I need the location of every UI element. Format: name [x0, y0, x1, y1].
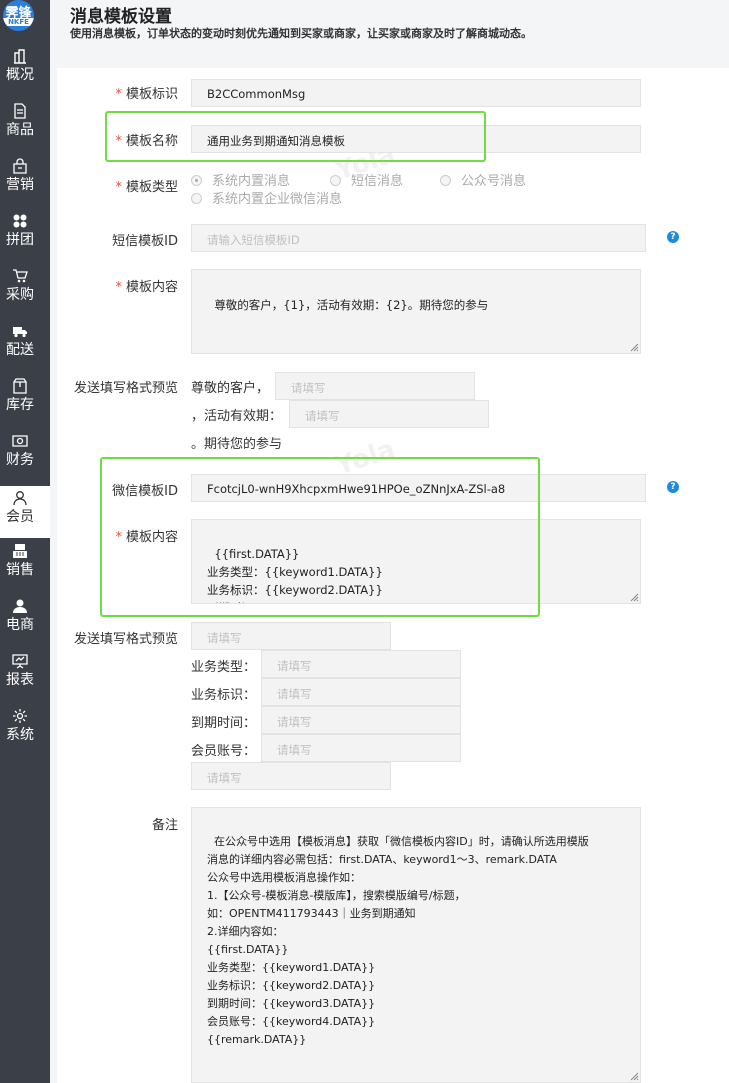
remark-label: 备注: [151, 818, 178, 833]
sms-preview-mid: ，活动有效期：: [191, 409, 283, 424]
sidebar-item-label: 库存: [6, 397, 34, 413]
radio-dot: [191, 175, 202, 186]
help-icon[interactable]: ?: [667, 481, 679, 493]
template-type-label: * 模板类型: [115, 180, 178, 195]
person-icon: [13, 599, 27, 613]
sms-preview-prefix: 尊敬的客户，: [191, 381, 270, 396]
radio-dot: [330, 175, 341, 186]
sidebar-item-ecommerce[interactable]: 电商: [0, 598, 50, 650]
resize-handle-icon[interactable]: [629, 342, 639, 352]
sidebar-item-label: 配送: [6, 342, 34, 358]
sidebar-item-delivery[interactable]: 配送: [0, 323, 50, 375]
sidebar-item-inventory[interactable]: 库存: [0, 378, 50, 430]
sidebar-item-label: 营销: [6, 177, 34, 193]
box-icon: [13, 378, 27, 394]
user-icon: [13, 491, 27, 506]
wechat-keyword3-input[interactable]: 请填写: [261, 706, 461, 734]
sidebar-item-overview[interactable]: 概况: [0, 48, 50, 100]
sidebar-item-marketing[interactable]: 营销: [0, 158, 50, 210]
sidebar-item-label: 拼团: [6, 232, 34, 248]
page-description: 使用消息模板，订单状态的变动时刻优先通知到买家或商家，让买家或商家及时了解商城动…: [70, 27, 532, 40]
help-icon[interactable]: ?: [667, 231, 679, 243]
highlight-box: [100, 457, 540, 617]
template-id-input[interactable]: B2CCommonMsg: [191, 79, 641, 107]
radio-dot: [191, 193, 202, 204]
remark-text: 在公众号中选用【模板消息】获取「微信模板内容ID」时，请确认所选用模版 消息的详…: [207, 835, 589, 1046]
sms-template-id-label: 短信模板ID: [112, 234, 178, 249]
sidebar-item-purchase[interactable]: 采购: [0, 268, 50, 320]
sidebar-item-finance[interactable]: 财务: [0, 433, 50, 485]
sidebar-item-label: 报表: [6, 672, 34, 688]
sms-preview-suffix: 。期待您的参与: [191, 437, 283, 452]
wechat-field-label: 业务标识：: [191, 688, 257, 703]
sidebar-item-label: 采购: [6, 287, 34, 303]
content-text: 尊敬的客户，{1}，活动有效期：{2}。期待您的参与: [214, 298, 489, 312]
type-radio-system[interactable]: 系统内置消息: [191, 170, 290, 189]
sms-preview-label: 发送填写格式预览: [73, 381, 178, 396]
template-id-label: * 模板标识: [115, 87, 178, 102]
wechat-keyword4-input[interactable]: 请填写: [261, 734, 461, 762]
sidebar-item-products[interactable]: 商品: [0, 103, 50, 155]
money-icon: [12, 435, 28, 447]
type-radio-sms[interactable]: 短信消息: [330, 170, 403, 189]
gear-icon: [13, 709, 27, 723]
sidebar-item-reports[interactable]: 报表: [0, 653, 50, 705]
cart-icon: [13, 269, 28, 283]
sms-param-1-input[interactable]: 请填写: [275, 372, 475, 400]
sidebar-item-label: 系统: [6, 727, 34, 743]
sidebar: 霁锋 NKFE 概况 商品 营销 拼团 采购 配送 库存 财务 会员 销售 电商…: [0, 0, 50, 1083]
sidebar-item-label: 概况: [6, 67, 34, 83]
sms-template-id-input[interactable]: 请输入短信模板ID: [191, 224, 646, 252]
wechat-field-label: 会员账号：: [191, 744, 257, 759]
sidebar-item-group-buy[interactable]: 拼团: [0, 213, 50, 265]
brand-logo[interactable]: 霁锋 NKFE: [3, 0, 34, 31]
wechat-remark-input[interactable]: 请填写: [191, 762, 391, 790]
chart-board-icon: [12, 654, 28, 669]
type-radio-enterprise-wechat[interactable]: 系统内置企业微信消息: [191, 188, 342, 207]
register-icon: [13, 544, 27, 558]
wechat-first-input[interactable]: 请填写: [191, 622, 391, 650]
sidebar-item-members[interactable]: 会员: [0, 486, 50, 538]
grid-icon: [13, 214, 27, 228]
sidebar-item-label: 商品: [6, 122, 34, 138]
building-icon: [14, 49, 26, 64]
truck-icon: [13, 327, 27, 338]
page-title: 消息模板设置: [70, 7, 172, 27]
content-textarea[interactable]: 尊敬的客户，{1}，活动有效期：{2}。期待您的参与: [191, 269, 641, 354]
sidebar-item-label: 销售: [6, 562, 34, 578]
wechat-keyword1-input[interactable]: 请填写: [261, 650, 461, 678]
brand-logo-subtext: NKFE: [3, 18, 34, 26]
document-icon: [14, 103, 26, 119]
sidebar-item-label: 会员: [6, 509, 34, 525]
resize-handle-icon[interactable]: [629, 592, 639, 602]
wechat-field-label: 业务类型：: [191, 660, 257, 675]
sidebar-item-label: 电商: [6, 617, 34, 633]
bag-icon: [13, 158, 27, 174]
resize-handle-icon[interactable]: [629, 1071, 639, 1081]
wechat-field-label: 到期时间：: [191, 716, 257, 731]
sidebar-item-sales[interactable]: 销售: [0, 543, 50, 595]
radio-dot: [440, 175, 451, 186]
wechat-preview-label: 发送填写格式预览: [73, 632, 178, 647]
sidebar-item-label: 财务: [6, 452, 34, 468]
highlight-box: [105, 111, 486, 162]
type-radio-official-account[interactable]: 公众号消息: [440, 170, 526, 189]
sms-param-2-input[interactable]: 请填写: [289, 400, 489, 428]
sidebar-item-system[interactable]: 系统: [0, 708, 50, 760]
wechat-keyword2-input[interactable]: 请填写: [261, 678, 461, 706]
remark-textarea[interactable]: 在公众号中选用【模板消息】获取「微信模板内容ID」时，请确认所选用模版 消息的详…: [191, 807, 641, 1083]
content-label: * 模板内容: [115, 280, 178, 295]
